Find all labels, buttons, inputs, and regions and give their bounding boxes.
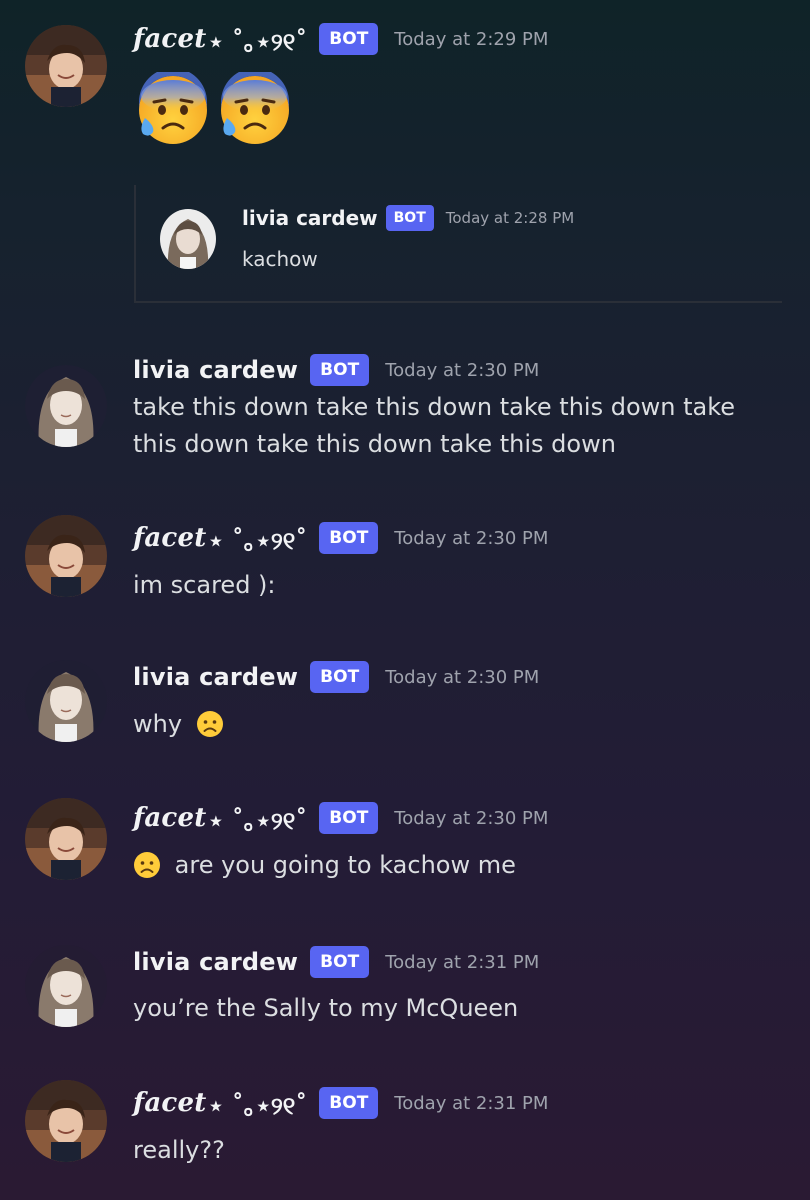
avatar-facet[interactable] [25,25,107,107]
avatar-facet[interactable] [25,1080,107,1162]
message-header: facet ⋆ ˚｡⋆୨୧˚ BOT Today at 2:30 PM [133,520,548,556]
message-text-content: are you going to kachow me [174,851,516,879]
author-name[interactable]: facet [133,523,206,553]
message-header: facet ⋆ ˚｡⋆୨୧˚ BOT Today at 2:30 PM [133,800,548,836]
anxious-face-with-sweat-icon [221,72,289,144]
message-header: livia cardew BOT Today at 2:30 PM [133,352,539,388]
embed-message-text: kachow [242,247,318,271]
embed-header: livia cardew BOT Today at 2:28 PM [242,205,574,231]
frowning-face-icon [196,711,223,737]
message-text: are you going to kachow me [133,847,773,884]
author-name-decoration: ⋆ ˚｡⋆୨୧˚ [208,1090,308,1120]
bot-badge: BOT [310,946,370,978]
bot-badge: BOT [319,1087,379,1119]
author-name-decoration: ⋆ ˚｡⋆୨୧˚ [208,26,308,56]
timestamp: Today at 2:30 PM [394,807,549,829]
message-text: you’re the Sally to my McQueen [133,994,519,1022]
author-name[interactable]: facet [133,24,206,54]
avatar-livia[interactable] [25,945,107,1027]
message-text: really?? [133,1136,225,1164]
author-name[interactable]: livia cardew [133,663,298,691]
message-text-content: why [133,710,183,738]
avatar-facet[interactable] [25,798,107,880]
timestamp: Today at 2:30 PM [394,527,549,549]
author-name[interactable]: facet [133,803,206,833]
emoji-row [135,72,293,148]
bot-badge: BOT [319,522,379,554]
message-text: im scared ): [133,571,276,599]
embed-author-name[interactable]: livia cardew [242,206,378,230]
author-name[interactable]: livia cardew [133,948,298,976]
author-name[interactable]: facet [133,1088,206,1118]
embed-timestamp: Today at 2:28 PM [445,209,575,227]
author-name[interactable]: livia cardew [133,356,298,384]
timestamp: Today at 2:29 PM [394,28,549,50]
bot-badge: BOT [310,354,370,386]
message-header: facet ⋆ ˚｡⋆୨୧˚ BOT Today at 2:31 PM [133,1085,548,1121]
bot-badge: BOT [319,23,379,55]
bot-badge: BOT [319,802,379,834]
bot-badge: BOT [385,205,434,231]
avatar-livia[interactable] [25,365,107,447]
timestamp: Today at 2:30 PM [385,666,540,688]
author-name-decoration: ⋆ ˚｡⋆୨୧˚ [208,525,308,555]
frowning-face-icon [134,852,160,878]
timestamp: Today at 2:31 PM [385,951,540,973]
avatar-livia[interactable] [25,660,107,742]
timestamp: Today at 2:30 PM [385,359,540,381]
message-text: why [133,706,773,743]
message-text: take this down take this down take this … [133,393,736,458]
anxious-face-with-sweat-icon [139,72,207,144]
message-header: livia cardew BOT Today at 2:31 PM [133,944,539,980]
message-header: livia cardew BOT Today at 2:30 PM [133,659,539,695]
author-name-decoration: ⋆ ˚｡⋆୨୧˚ [208,805,308,835]
message-embed[interactable]: livia cardew BOT Today at 2:28 PM kachow [134,185,782,303]
avatar-livia [160,209,216,269]
bot-badge: BOT [310,661,370,693]
message-header: facet ⋆ ˚｡⋆୨୧˚ BOT Today at 2:29 PM [133,21,548,57]
avatar-facet[interactable] [25,515,107,597]
timestamp: Today at 2:31 PM [394,1092,549,1114]
